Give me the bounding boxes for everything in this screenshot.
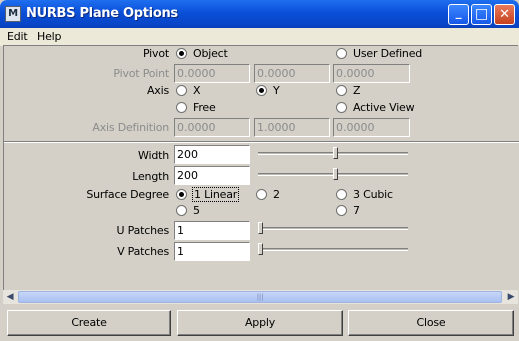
degree-1-linear-radio[interactable]: 1 Linear: [176, 187, 240, 202]
radio-selected-icon: [176, 48, 187, 59]
maya-app-icon: M: [5, 6, 21, 22]
axis-active-view-label: Active View: [353, 101, 415, 114]
scroll-left-icon[interactable]: ◀: [3, 290, 17, 304]
v-patches-label: V Patches: [117, 245, 169, 258]
horizontal-scrollbar[interactable]: ◀ ||| ▶: [3, 290, 518, 304]
radio-icon: [176, 205, 187, 216]
axis-active-view-radio[interactable]: Active View: [336, 101, 415, 114]
axis-free-label: Free: [193, 101, 216, 114]
close-window-button[interactable]: ✕: [494, 4, 515, 25]
menu-help[interactable]: Help: [37, 30, 61, 43]
length-slider[interactable]: [258, 168, 408, 182]
options-panel: Pivot Object User Defined Pivot Point Ax…: [3, 45, 519, 290]
radio-icon: [336, 85, 347, 96]
nurbs-plane-options-window: M NURBS Plane Options _ □ ✕ Edit Help Pi…: [0, 0, 519, 341]
width-label: Width: [138, 149, 169, 162]
axis-x-radio[interactable]: X: [176, 84, 201, 97]
pivot-user-defined-radio[interactable]: User Defined: [336, 47, 422, 60]
degree-5-radio[interactable]: 5: [176, 204, 200, 217]
length-label: Length: [132, 170, 169, 183]
degree-7-radio[interactable]: 7: [336, 204, 360, 217]
u-patches-slider[interactable]: [258, 222, 408, 236]
u-patches-field[interactable]: [174, 221, 250, 240]
close-button[interactable]: Close: [348, 310, 514, 336]
pivot-label: Pivot: [142, 47, 169, 60]
u-patches-label: U Patches: [116, 224, 170, 237]
maximize-button[interactable]: □: [471, 4, 492, 25]
degree-1-linear-label: 1 Linear: [191, 187, 240, 202]
radio-selected-icon: [256, 85, 267, 96]
degree-2-radio[interactable]: 2: [256, 188, 280, 201]
scrollbar-thumb[interactable]: |||: [18, 291, 502, 303]
apply-button[interactable]: Apply: [177, 310, 343, 336]
width-field[interactable]: [174, 145, 250, 164]
axis-free-radio[interactable]: Free: [176, 101, 216, 114]
scroll-right-icon[interactable]: ▶: [504, 290, 518, 304]
length-field[interactable]: [174, 166, 250, 185]
radio-icon: [336, 102, 347, 113]
axis-definition-y-field[interactable]: [254, 118, 330, 137]
radio-icon: [336, 205, 347, 216]
window-title: NURBS Plane Options: [26, 6, 178, 21]
pivot-point-z-field[interactable]: [333, 64, 410, 83]
axis-definition-label: Axis Definition: [92, 121, 169, 134]
radio-icon: [336, 48, 347, 59]
surface-degree-label: Surface Degree: [86, 188, 169, 201]
section-divider: [4, 141, 519, 143]
v-patches-slider[interactable]: [258, 243, 408, 257]
create-button[interactable]: Create: [7, 310, 171, 336]
pivot-point-y-field[interactable]: [254, 64, 330, 83]
pivot-object-label: Object: [193, 47, 228, 60]
pivot-user-defined-label: User Defined: [353, 47, 423, 60]
radio-icon: [336, 189, 347, 200]
pivot-point-x-field[interactable]: [174, 64, 250, 83]
slider-thumb[interactable]: [258, 243, 263, 255]
axis-label: Axis: [146, 84, 169, 97]
axis-z-radio[interactable]: Z: [336, 84, 361, 97]
v-patches-field[interactable]: [174, 242, 250, 261]
axis-definition-x-field[interactable]: [174, 118, 250, 137]
radio-icon: [176, 102, 187, 113]
degree-2-label: 2: [273, 188, 280, 201]
pivot-point-label: Pivot Point: [113, 67, 169, 80]
slider-thumb[interactable]: [333, 168, 338, 180]
axis-definition-z-field[interactable]: [333, 118, 410, 137]
axis-x-label: X: [193, 84, 201, 97]
minimize-button[interactable]: _: [448, 4, 469, 25]
degree-7-label: 7: [353, 204, 360, 217]
slider-track: [258, 248, 408, 251]
radio-selected-icon: [176, 189, 187, 200]
axis-y-radio[interactable]: Y: [256, 84, 280, 97]
slider-thumb[interactable]: [333, 147, 338, 159]
axis-y-label: Y: [273, 84, 280, 97]
axis-z-label: Z: [353, 84, 361, 97]
slider-track: [258, 227, 408, 230]
menu-bar: Edit Help: [0, 28, 519, 46]
radio-icon: [176, 85, 187, 96]
pivot-object-radio[interactable]: Object: [176, 47, 228, 60]
menu-edit[interactable]: Edit: [7, 30, 28, 43]
degree-5-label: 5: [193, 204, 200, 217]
radio-icon: [256, 189, 267, 200]
degree-3-cubic-label: 3 Cubic: [353, 188, 393, 201]
title-bar[interactable]: M NURBS Plane Options _ □ ✕: [0, 0, 519, 28]
width-slider[interactable]: [258, 147, 408, 161]
slider-thumb[interactable]: [258, 222, 263, 234]
degree-3-cubic-radio[interactable]: 3 Cubic: [336, 188, 393, 201]
